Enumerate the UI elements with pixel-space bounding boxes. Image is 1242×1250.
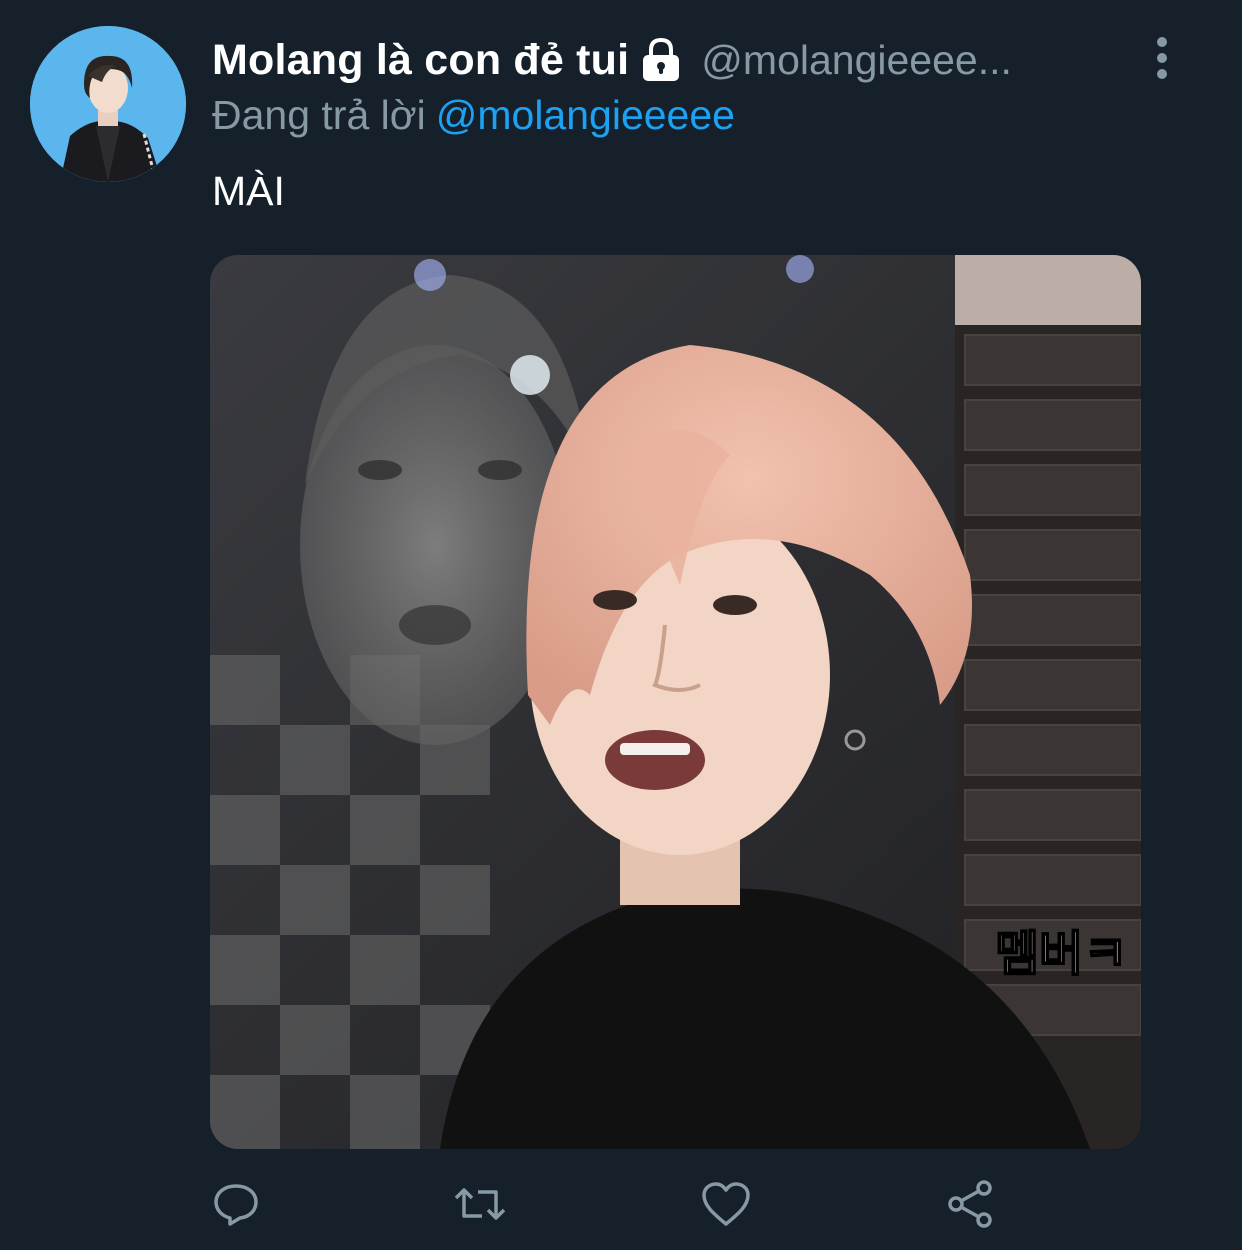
media-photo: 멤버ㅋ: [210, 255, 1141, 1149]
more-vertical-icon[interactable]: [1150, 36, 1174, 80]
display-name[interactable]: Molang là con đẻ tui: [212, 36, 629, 85]
retweet-icon[interactable]: [452, 1176, 508, 1232]
tweet-actions: [0, 1168, 1242, 1238]
tweet-header: Molang là con đẻ tui @molangieeee...: [212, 30, 1132, 90]
reply-prefix: Đang trả lời: [212, 92, 426, 138]
reply-mention-link[interactable]: @molangieeeee: [436, 92, 735, 138]
media-caption: 멤버ㅋ: [995, 926, 1127, 982]
user-handle[interactable]: @molangieeee...: [701, 37, 1012, 84]
reply-icon[interactable]: [208, 1176, 264, 1232]
avatar[interactable]: [30, 26, 186, 182]
reply-context: Đang trả lời @molangieeeee: [212, 92, 735, 139]
avatar-image: [30, 26, 186, 182]
share-icon[interactable]: [942, 1176, 998, 1232]
tweet[interactable]: Molang là con đẻ tui @molangieeee... Đan…: [0, 0, 1242, 1250]
lock-icon: [639, 37, 683, 83]
tweet-text: MÀI: [212, 168, 285, 214]
tweet-media[interactable]: 멤버ㅋ: [210, 255, 1141, 1149]
heart-icon[interactable]: [698, 1176, 754, 1232]
